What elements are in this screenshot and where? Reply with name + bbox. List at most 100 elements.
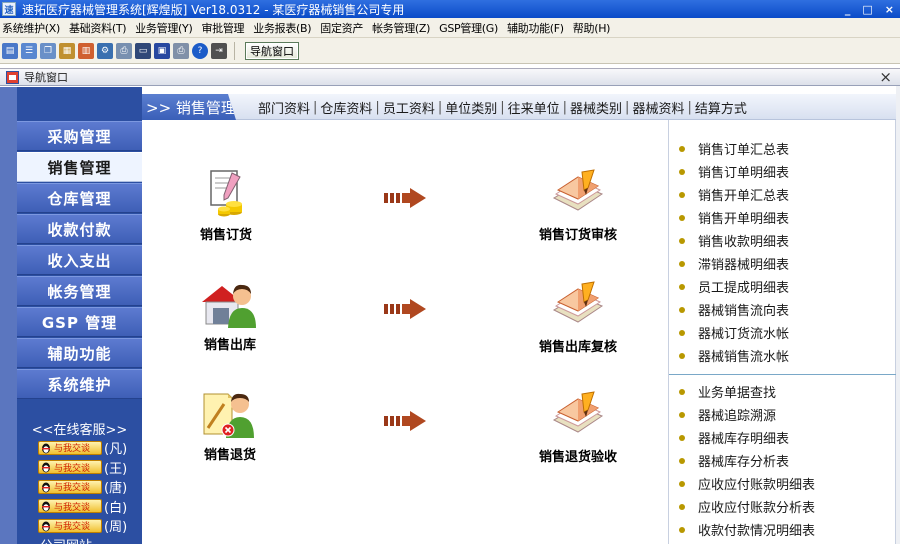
flow-node-sales-outbound[interactable]: 销售出库 [200, 280, 260, 353]
report-label: 业务单据查找 [698, 386, 777, 401]
review-book-icon [552, 281, 604, 323]
chat-button[interactable]: 与我交谈 [38, 479, 102, 494]
chat-button[interactable]: 与我交谈 [38, 518, 102, 533]
flow-node-order-review[interactable]: 销售订货审核 [539, 168, 617, 243]
monitor-icon[interactable]: ▭ [135, 42, 151, 59]
report-link[interactable]: 器械追踪溯源 [669, 403, 897, 426]
bullet-icon [679, 388, 685, 395]
menu-system[interactable]: 系统维护(X) [2, 20, 60, 36]
menu-basic-data[interactable]: 基础资料(T) [69, 20, 127, 36]
report-link[interactable]: 器械订货流水帐 [669, 321, 897, 344]
sales-reports-group: 销售订单汇总表 销售订单明细表 销售开单汇总表 销售开单明细表 销售收款明细表 … [669, 137, 897, 367]
close-window-button[interactable]: × [885, 3, 894, 16]
report-label: 滞销器械明细表 [698, 258, 790, 273]
window-icon[interactable]: ❐ [40, 42, 56, 59]
sidebar-item-income-expense[interactable]: 收入支出 [17, 245, 142, 275]
report-label: 应收应付账款分析表 [698, 501, 816, 516]
company-website-link[interactable]: 公司网站 [40, 535, 92, 544]
report-link[interactable]: 销售收款明细表 [669, 229, 897, 252]
sidebar-item-system[interactable]: 系统维护 [17, 369, 142, 399]
report-link[interactable]: 应收应付账款明细表 [669, 472, 897, 495]
save-icon[interactable]: ▣ [154, 42, 170, 59]
print-icon[interactable]: ⎙ [173, 42, 189, 59]
menu-reports[interactable]: 业务报表(B) [253, 20, 311, 36]
chat-button[interactable]: 与我交谈 [38, 499, 102, 514]
sidebar-menu: 采购管理 销售管理 仓库管理 收款付款 收入支出 帐务管理 GSP 管理 辅助功… [17, 121, 142, 400]
report-link[interactable]: 应收应付账款分析表 [669, 495, 897, 518]
report-link[interactable]: 销售开单汇总表 [669, 183, 897, 206]
report-link[interactable]: 器械库存分析表 [669, 449, 897, 472]
report-icon[interactable]: ▦ [59, 42, 75, 59]
app-icon: 速 [2, 2, 16, 16]
sidebar-item-auxiliary[interactable]: 辅助功能 [17, 338, 142, 368]
report-link[interactable]: 滞销器械明细表 [669, 252, 897, 275]
bullet-icon [679, 352, 685, 359]
menu-approval[interactable]: 审批管理 [201, 20, 244, 36]
report-link[interactable]: 收款付款情况明细表 [669, 518, 897, 541]
penguin-icon [42, 462, 50, 473]
menu-accounts[interactable]: 帐务管理(Z) [372, 20, 430, 36]
link-devices[interactable]: 器械资料 [630, 98, 686, 117]
chart-icon[interactable]: ▥ [78, 42, 94, 59]
exit-icon[interactable]: ⇥ [211, 42, 227, 59]
print-preview-icon[interactable]: ⎙ [116, 42, 132, 59]
list-icon[interactable]: ☰ [21, 42, 37, 59]
flow-node-sales-order[interactable]: 销售订货 [200, 168, 252, 243]
query-reports-group: 业务单据查找 器械追踪溯源 器械库存明细表 器械库存分析表 应收应付账款明细表 … [669, 380, 897, 541]
tab-sales-management[interactable]: >> 销售管理 [142, 94, 236, 120]
menu-help[interactable]: 帮助(H) [573, 20, 611, 36]
menu-fixed-assets[interactable]: 固定资产 [320, 20, 363, 36]
sidebar-item-payments[interactable]: 收款付款 [17, 214, 142, 244]
chat-button[interactable]: 与我交谈 [38, 460, 102, 475]
report-link[interactable]: 销售开单明细表 [669, 206, 897, 229]
flow-arrow-icon [384, 188, 426, 208]
chat-button[interactable]: 与我交谈 [38, 440, 102, 455]
menu-business[interactable]: 业务管理(Y) [135, 20, 193, 36]
link-partners[interactable]: 往来单位 [506, 98, 562, 117]
maximize-button[interactable]: □ [862, 3, 872, 16]
flow-node-sales-return[interactable]: 销售退货 [200, 390, 260, 463]
bullet-icon [679, 214, 685, 221]
report-link[interactable]: 销售订单明细表 [669, 160, 897, 183]
form-icon[interactable]: ▤ [2, 42, 18, 59]
bullet-icon [679, 526, 685, 533]
nav-close-icon[interactable]: × [879, 69, 892, 86]
report-label: 员工提成明细表 [698, 281, 790, 296]
report-link[interactable]: 业务单据查找 [669, 380, 897, 403]
report-link[interactable]: 器械销售流水帐 [669, 344, 897, 367]
sidebar-item-sales[interactable]: 销售管理 [17, 152, 142, 182]
link-settlement[interactable]: 结算方式 [693, 98, 749, 117]
report-link[interactable]: 销售订单汇总表 [669, 137, 897, 160]
chat-button-label: 与我交谈 [54, 483, 91, 494]
reports-panel: 销售订单汇总表 销售订单明细表 销售开单汇总表 销售开单明细表 销售收款明细表 … [668, 120, 897, 544]
link-unit-categories[interactable]: 单位类别 [443, 98, 499, 117]
bullet-icon [679, 260, 685, 267]
menu-gsp[interactable]: GSP管理(G) [439, 20, 498, 36]
online-service-row: 与我交谈 (凡) [38, 438, 142, 458]
report-link[interactable]: 员工提成明细表 [669, 275, 897, 298]
chat-button-label: 与我交谈 [54, 444, 91, 455]
flow-node-return-acceptance[interactable]: 销售退货验收 [539, 390, 617, 465]
minimize-button[interactable]: _ [845, 3, 851, 16]
settings-icon[interactable]: ⚙ [97, 42, 113, 59]
bullet-icon [679, 503, 685, 510]
bullet-icon [679, 168, 685, 175]
report-label: 销售开单明细表 [698, 212, 790, 227]
help-icon[interactable]: ? [192, 42, 208, 59]
flow-node-outbound-recheck[interactable]: 销售出库复核 [539, 280, 617, 355]
link-device-categories[interactable]: 器械类别 [568, 98, 624, 117]
sidebar-item-purchase[interactable]: 采购管理 [17, 121, 142, 151]
report-link[interactable]: 器械销售流向表 [669, 298, 897, 321]
link-warehouses[interactable]: 仓库资料 [318, 98, 374, 117]
sidebar-item-warehouse[interactable]: 仓库管理 [17, 183, 142, 213]
link-departments[interactable]: 部门资料 [256, 98, 312, 117]
sidebar-item-accounts[interactable]: 帐务管理 [17, 276, 142, 306]
menu-auxiliary[interactable]: 辅助功能(F) [507, 20, 564, 36]
window-edge [896, 86, 900, 544]
bullet-icon [679, 145, 685, 152]
sidebar-item-gsp[interactable]: GSP 管理 [17, 307, 142, 337]
report-label: 器械库存明细表 [698, 432, 790, 447]
link-employees[interactable]: 员工资料 [381, 98, 437, 117]
nav-window-button[interactable]: 导航窗口 [245, 41, 299, 60]
report-link[interactable]: 器械库存明细表 [669, 426, 897, 449]
